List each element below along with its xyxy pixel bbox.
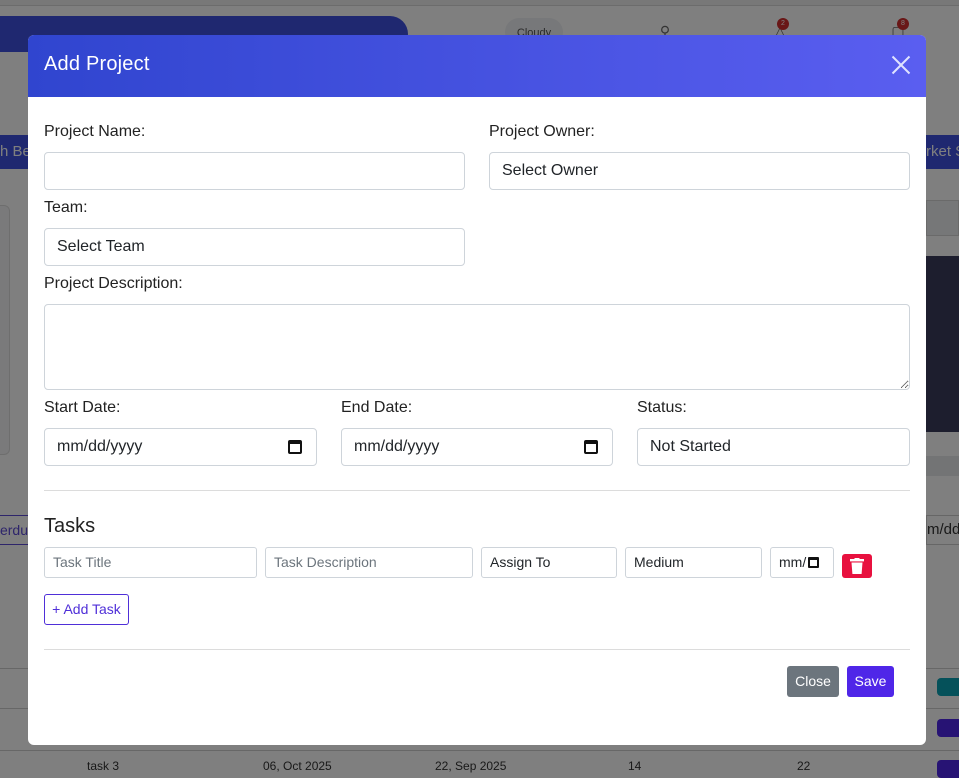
close-icon[interactable] [888,52,914,78]
modal-title: Add Project [44,53,150,75]
task-assign-select[interactable]: Assign To [481,547,617,578]
end-date-input[interactable]: mm/dd/yyyy [341,428,613,466]
section-divider [44,490,910,491]
project-owner-label: Project Owner: [489,123,595,140]
task-date-value: mm/ [779,554,807,570]
modal-header: Add Project [28,35,926,97]
project-owner-select[interactable]: Select Owner [489,152,910,190]
add-task-button[interactable]: + Add Task [44,594,129,625]
status-select[interactable]: Not Started [637,428,910,466]
delete-task-button[interactable] [842,554,872,578]
tasks-heading: Tasks [44,515,96,537]
add-project-modal: Add Project Project Name: Project Owner:… [28,35,926,745]
start-date-input[interactable]: mm/dd/yyyy [44,428,317,466]
close-button[interactable]: Close [787,666,839,697]
calendar-icon[interactable] [808,557,820,568]
description-label: Project Description: [44,275,183,292]
save-button[interactable]: Save [847,666,894,697]
team-label: Team: [44,199,88,216]
end-date-label: End Date: [341,399,413,416]
task-title-input[interactable]: Task Title [44,547,257,578]
team-select[interactable]: Select Team [44,228,465,266]
calendar-icon[interactable] [288,440,302,454]
calendar-icon[interactable] [584,440,598,454]
start-date-label: Start Date: [44,399,121,416]
task-description-input[interactable]: Task Description [265,547,473,578]
project-name-input[interactable] [44,152,465,190]
project-name-label: Project Name: [44,123,146,140]
description-textarea[interactable] [44,304,910,390]
task-date-input[interactable]: mm/ [770,547,834,578]
footer-divider [44,649,910,650]
trash-icon [850,558,864,574]
status-label: Status: [637,399,687,416]
end-date-value: mm/dd/yyyy [354,438,440,455]
task-priority-select[interactable]: Medium [625,547,762,578]
start-date-value: mm/dd/yyyy [57,438,143,455]
